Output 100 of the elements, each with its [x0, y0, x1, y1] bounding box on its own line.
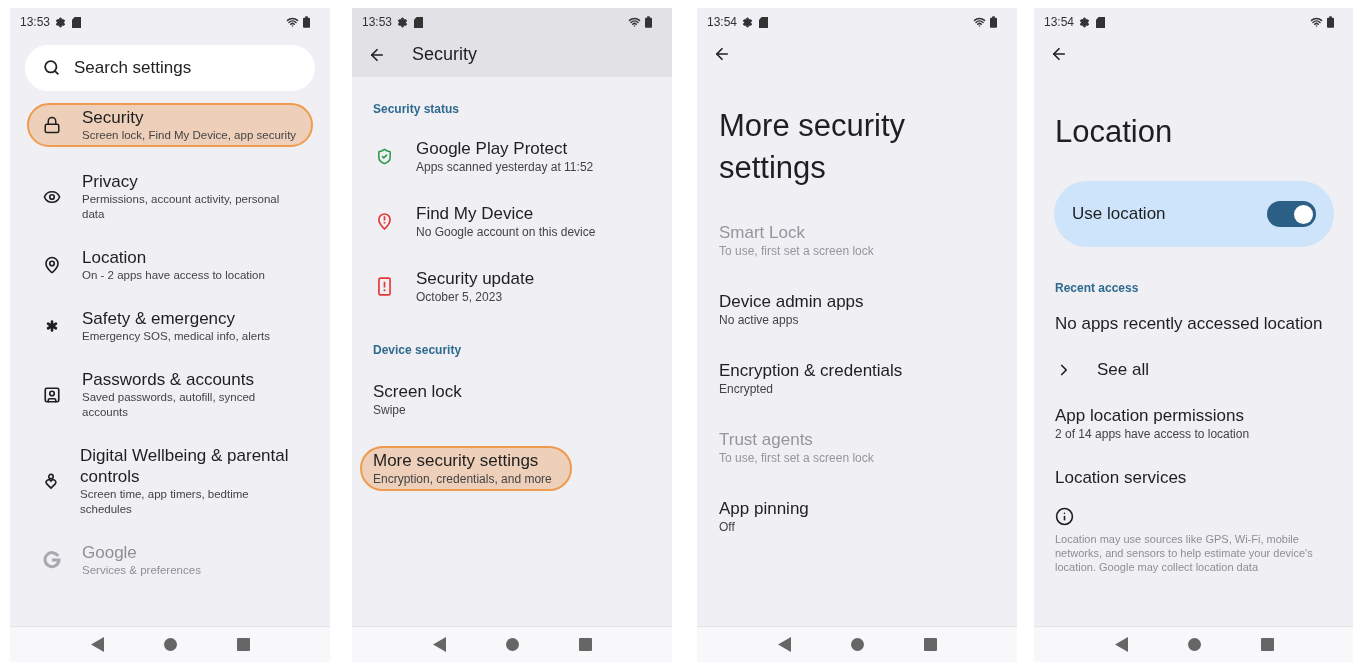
- settings-item[interactable]: App pinning Off: [719, 498, 995, 536]
- sd-card-icon: [759, 16, 769, 28]
- battery-icon: [303, 16, 310, 28]
- contact-card-icon: [43, 385, 61, 404]
- battery-icon: [990, 16, 997, 28]
- recents-nav-icon[interactable]: [236, 638, 250, 651]
- shield-check-icon: [375, 148, 393, 165]
- recents-nav-icon[interactable]: [578, 638, 592, 651]
- item-subtitle: Saved passwords, autofill, synced accounts: [82, 390, 257, 420]
- settings-item[interactable]: Digital Wellbeing & parental controls Screen time, app timers, bedtime schedules: [27, 441, 313, 521]
- item-title: App location permissions: [1055, 405, 1245, 426]
- settings-item[interactable]: Google Play Protect Apps scanned yesterday at 11:52: [416, 138, 594, 175]
- wifi-icon: [286, 16, 299, 28]
- item-title: Find My Device: [416, 203, 535, 224]
- item-title: Location: [82, 247, 148, 268]
- item-title: Google Play Protect: [416, 138, 569, 159]
- settings-item[interactable]: Passwords & accounts Saved passwords, autofill, synced accounts: [27, 365, 313, 424]
- item-title: Security update: [416, 268, 535, 289]
- person-heart-icon: [43, 472, 59, 490]
- item-title: Digital Wellbeing & parental controls: [80, 445, 290, 487]
- home-nav-icon[interactable]: [850, 638, 864, 651]
- page-title: Security: [412, 43, 478, 66]
- home-nav-icon[interactable]: [163, 638, 177, 651]
- wifi-icon: [628, 16, 641, 28]
- settings-item[interactable]: Encryption & credentials Encrypted: [719, 360, 995, 398]
- item-subtitle: To use, first set a screen lock: [719, 243, 875, 260]
- item-title: More security settings: [373, 450, 540, 471]
- toggle-switch[interactable]: [1267, 201, 1316, 227]
- location-pin-icon: [43, 256, 61, 274]
- item-subtitle: Encryption, credentials, and more: [373, 471, 552, 487]
- back-nav-icon[interactable]: [777, 637, 791, 652]
- item-subtitle: October 5, 2023: [416, 289, 504, 305]
- see-all-link[interactable]: See all: [1055, 359, 1333, 380]
- sd-card-icon: [414, 16, 424, 28]
- item-subtitle: Screen lock, Find My Device, app security: [82, 128, 297, 143]
- item-title: Privacy: [82, 171, 139, 192]
- toggle-label: Use location: [1072, 203, 1167, 226]
- section-heading: Recent access: [1055, 280, 1140, 297]
- phone-alert-icon: [377, 277, 391, 296]
- recents-nav-icon[interactable]: [923, 638, 937, 651]
- item-title: Security: [82, 107, 145, 128]
- item-title: App pinning: [719, 498, 810, 519]
- wifi-icon: [973, 16, 986, 28]
- home-nav-icon[interactable]: [505, 638, 519, 651]
- item-subtitle: No active apps: [719, 312, 800, 329]
- item-subtitle: Encrypted: [719, 381, 775, 398]
- home-nav-icon[interactable]: [1187, 638, 1201, 651]
- back-nav-icon[interactable]: [1114, 637, 1128, 652]
- item-subtitle: Permissions, account activity, personal data: [82, 192, 281, 222]
- item-subtitle: No Google account on this device: [416, 224, 596, 240]
- settings-item[interactable]: Location On - 2 apps have access to location: [27, 243, 313, 287]
- item-title: Google: [82, 542, 138, 563]
- footer-text: Location may use sources like GPS, Wi-Fi, mobile networks, and sensors to help estimate your device's location. Google may collect location data: [1055, 532, 1314, 574]
- settings-item[interactable]: Security update October 5, 2023: [416, 268, 535, 305]
- back-nav-icon[interactable]: [432, 637, 446, 652]
- item-title: Encryption & credentials: [719, 360, 904, 381]
- section-heading: Device security: [373, 342, 463, 359]
- info-icon: [1055, 507, 1074, 526]
- item-subtitle: To use, first set a screen lock: [719, 450, 875, 467]
- search-field[interactable]: Search settings: [25, 45, 315, 91]
- section-heading: Security status: [373, 101, 461, 118]
- settings-item[interactable]: Find My Device No Google account on this device: [416, 203, 596, 240]
- wifi-icon: [1310, 16, 1323, 28]
- status-time: 13:54: [1044, 14, 1075, 31]
- item-title: Screen lock: [373, 381, 462, 402]
- back-nav-icon[interactable]: [90, 637, 104, 652]
- item-title: Passwords & accounts: [82, 369, 255, 390]
- settings-item[interactable]: Privacy Permissions, account activity, personal data: [27, 167, 313, 226]
- item-title: Smart Lock: [719, 222, 806, 243]
- sd-card-icon: [72, 16, 82, 28]
- settings-item[interactable]: More security settings Encryption, credentials, and more: [360, 446, 572, 491]
- status-time: 13:53: [20, 14, 51, 31]
- settings-item[interactable]: Device admin apps No active apps: [719, 291, 995, 329]
- page-title: More security settings: [719, 107, 907, 187]
- settings-item[interactable]: Screen lock Swipe: [360, 379, 464, 420]
- item-subtitle: 2 of 14 apps have access to location: [1055, 426, 1251, 442]
- item-title: Safety & emergency: [82, 308, 237, 329]
- page-title: Location: [1055, 113, 1174, 151]
- recents-nav-icon[interactable]: [1260, 638, 1274, 651]
- item-subtitle: Swipe: [373, 402, 407, 418]
- item-subtitle: Apps scanned yesterday at 11:52: [416, 159, 594, 175]
- item-title: Trust agents: [719, 429, 814, 450]
- item-title: No apps recently accessed location: [1055, 313, 1324, 334]
- settings-item[interactable]: Security Screen lock, Find My Device, app security: [27, 103, 313, 147]
- settings-item[interactable]: Location services: [1055, 467, 1333, 488]
- g-logo-icon: [43, 551, 61, 569]
- settings-item[interactable]: Safety & emergency Emergency SOS, medical info, alerts: [27, 304, 313, 348]
- battery-icon: [1327, 16, 1334, 28]
- item-subtitle: Emergency SOS, medical info, alerts: [82, 329, 270, 344]
- item-subtitle: Off: [719, 519, 736, 536]
- sd-card-icon: [1096, 16, 1106, 28]
- back-button[interactable]: [1050, 45, 1068, 63]
- item-title: Device admin apps: [719, 291, 865, 312]
- lock-icon: [43, 116, 61, 134]
- search-icon: [43, 59, 60, 76]
- item-subtitle: Services & preferences: [82, 563, 201, 578]
- location-alert-icon: [376, 213, 392, 230]
- back-button[interactable]: [713, 45, 731, 63]
- settings-item[interactable]: App location permissions 2 of 14 apps have access to location: [1055, 405, 1333, 442]
- item-subtitle: Screen time, app timers, bedtime schedules: [80, 487, 250, 517]
